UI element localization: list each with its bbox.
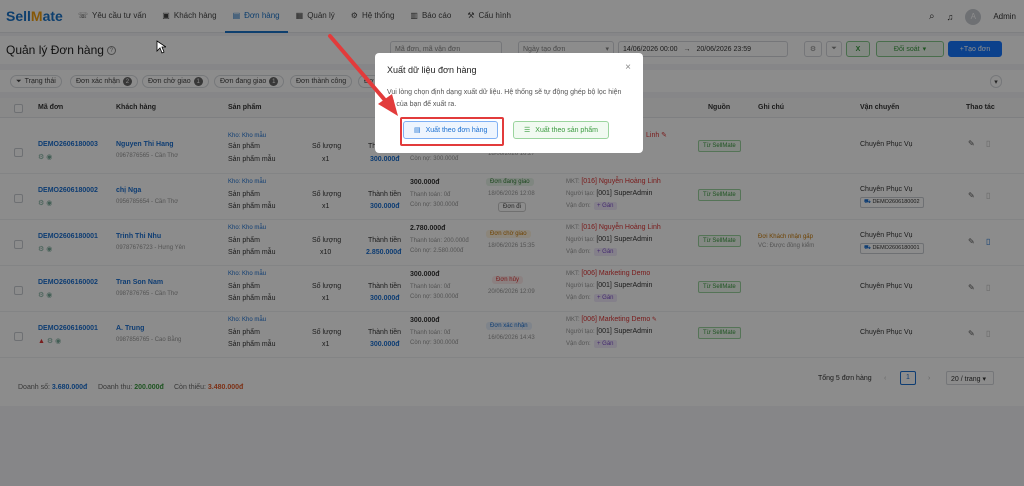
- export-by-product-button[interactable]: ☰ Xuất theo sản phẩm: [513, 121, 609, 139]
- close-icon[interactable]: ×: [625, 62, 631, 73]
- mouse-cursor-icon: [156, 40, 166, 54]
- highlight-box: [400, 117, 504, 146]
- modal-description: Vui lòng chọn định dạng xuất dữ liệu. Hệ…: [387, 89, 622, 108]
- list-icon: ☰: [524, 127, 531, 134]
- modal-title: Xuất dữ liệu đơn hàng: [387, 65, 477, 75]
